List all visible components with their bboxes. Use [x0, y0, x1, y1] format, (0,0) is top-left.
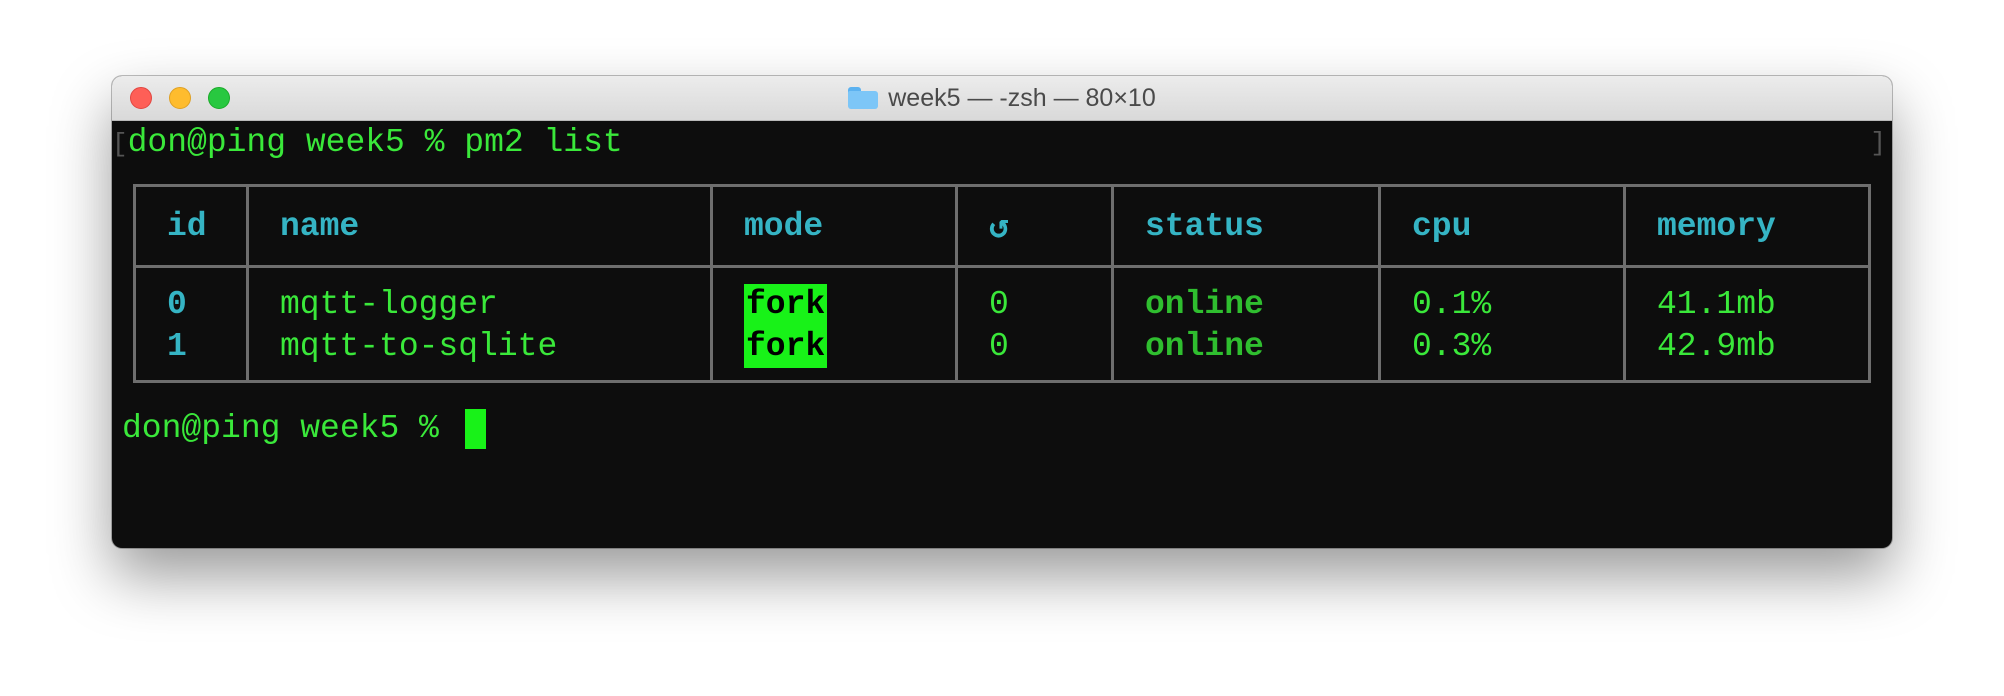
column-status: online online [1111, 265, 1381, 383]
header-status: status [1111, 184, 1381, 268]
text-cursor [464, 409, 486, 449]
cell-id: 0 [167, 286, 187, 323]
command-line: [don@ping week5 % pm2 list [112, 123, 623, 163]
cell-memory: 42.9mb [1657, 328, 1776, 365]
cell-restarts: 0 [989, 328, 1009, 365]
mode-badge: fork [744, 326, 828, 368]
column-cpu: 0.1% 0.3% [1378, 265, 1626, 383]
cell-cpu: 0.1% [1412, 286, 1492, 323]
folder-icon [848, 87, 879, 109]
cell-restarts: 0 [989, 286, 1009, 323]
cell-name: mqtt-to-sqlite [280, 328, 558, 365]
prompt-text: don@ping week5 % [122, 410, 459, 447]
cell-cpu: 0.3% [1412, 328, 1492, 365]
table-header-row: id name mode ↺ status cpu memory [133, 184, 1871, 268]
pm2-process-table: id name mode ↺ status cpu memory 0 1 mqt… [133, 184, 1871, 383]
window-title-text: week5 — -zsh — 80×10 [888, 83, 1156, 112]
cell-status: online [1145, 286, 1264, 323]
title-bar[interactable]: week5 — -zsh — 80×10 [112, 76, 1892, 121]
cell-mode: fork [744, 326, 955, 368]
table-body-row: 0 1 mqtt-logger mqtt-to-sqlite fork fork… [133, 265, 1871, 383]
command-text: don@ping week5 % pm2 list [127, 124, 623, 161]
header-name: name [246, 184, 713, 268]
header-mode: mode [710, 184, 958, 268]
mode-badge: fork [744, 284, 828, 326]
header-id: id [133, 184, 249, 268]
column-mode: fork fork [710, 265, 958, 383]
cell-id: 1 [167, 328, 187, 365]
column-id: 0 1 [133, 265, 249, 383]
prompt-line[interactable]: don@ping week5 % [122, 409, 486, 449]
header-memory: memory [1623, 184, 1871, 268]
cell-status: online [1145, 328, 1264, 365]
bracket-right: ] [1870, 128, 1886, 158]
cell-name: mqtt-logger [280, 286, 498, 323]
restart-icon: ↺ [989, 209, 1009, 247]
cell-mode: fork [744, 284, 955, 326]
header-cpu: cpu [1378, 184, 1626, 268]
column-restarts: 0 0 [955, 265, 1114, 383]
column-memory: 41.1mb 42.9mb [1623, 265, 1871, 383]
terminal-window: week5 — -zsh — 80×10 [don@ping week5 % p… [112, 76, 1892, 548]
bracket-left: [ [112, 129, 128, 159]
cell-memory: 41.1mb [1657, 286, 1776, 323]
header-restarts: ↺ [955, 184, 1114, 268]
column-name: mqtt-logger mqtt-to-sqlite [246, 265, 713, 383]
terminal-content[interactable]: [don@ping week5 % pm2 list ] id name mod… [112, 121, 1892, 548]
window-title: week5 — -zsh — 80×10 [112, 76, 1892, 120]
